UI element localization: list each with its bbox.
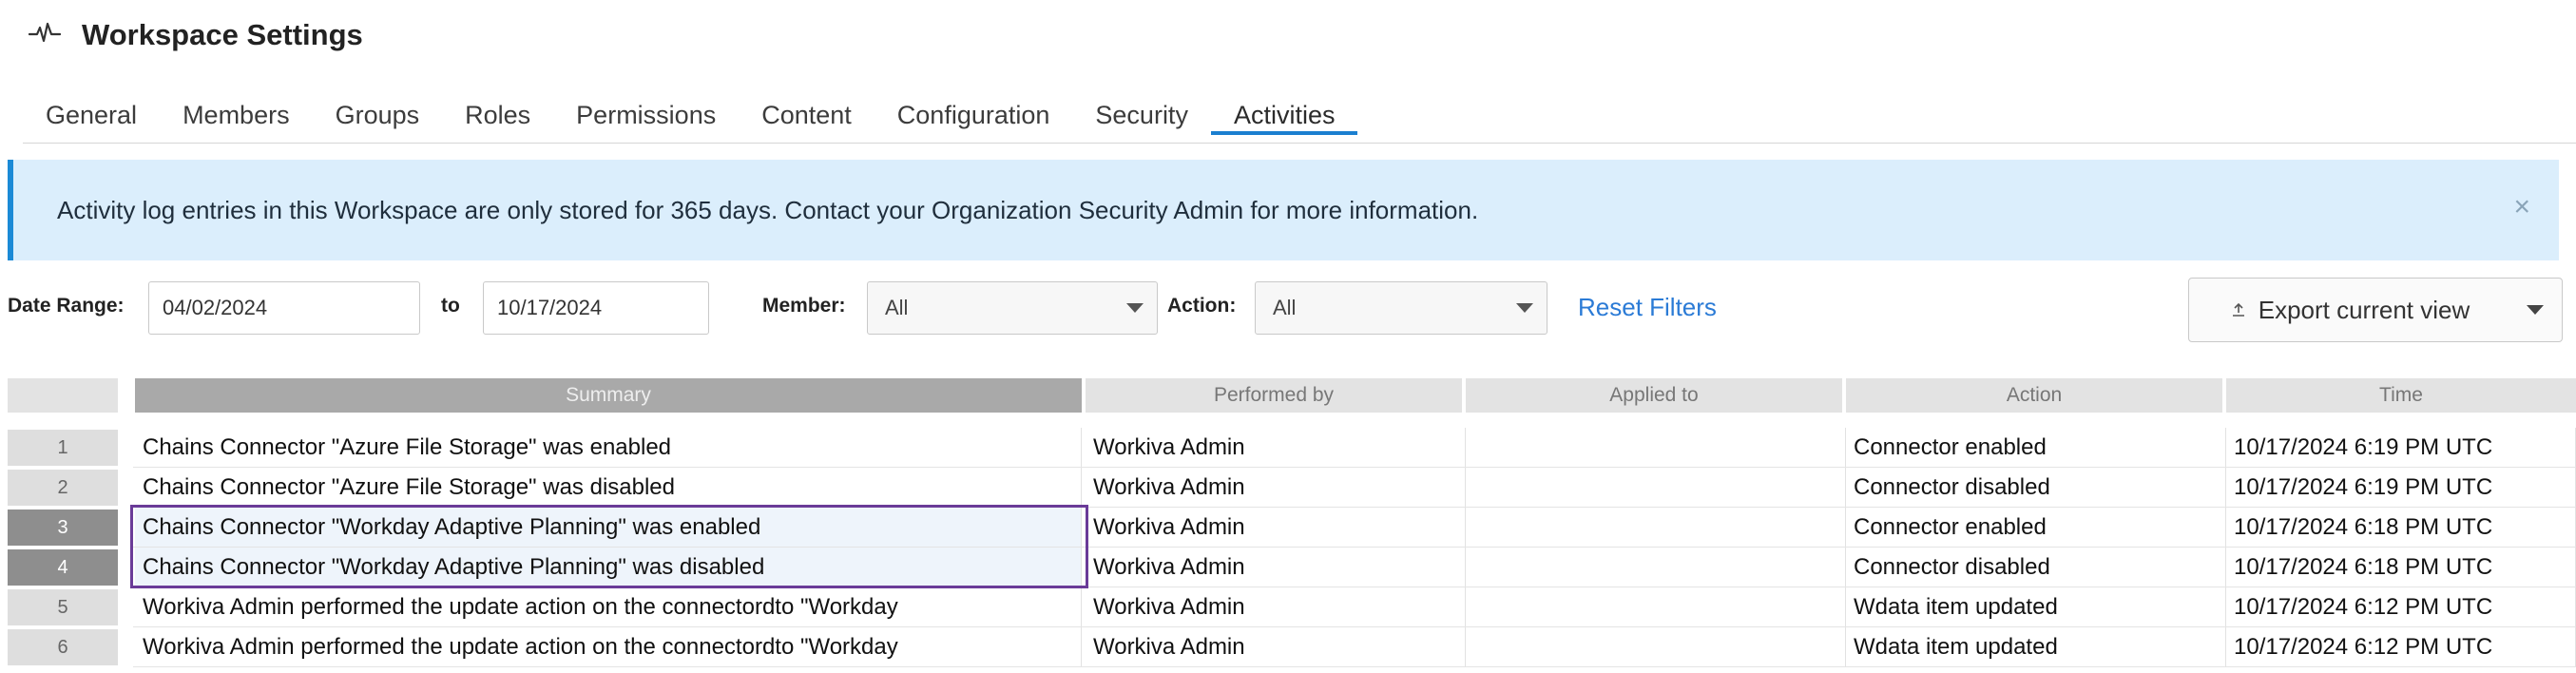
chevron-down-icon [1516, 303, 1533, 313]
action-cell: Connector disabled [1846, 548, 2226, 587]
tab-roles[interactable]: Roles [442, 93, 553, 135]
applied-to-cell [1466, 548, 1846, 587]
row-number[interactable]: 2 [8, 470, 118, 506]
export-current-view-button[interactable]: Export current view [2188, 278, 2511, 342]
performed-by-cell: Workiva Admin [1086, 627, 1466, 667]
page-header: Workspace Settings [28, 11, 363, 59]
settings-tabs: General Members Groups Roles Permissions… [23, 93, 2576, 144]
time-cell: 10/17/2024 6:12 PM UTC [2226, 587, 2576, 627]
summary-cell: Workiva Admin performed the update actio… [135, 587, 1082, 627]
row-number[interactable]: 1 [8, 430, 118, 466]
tab-content[interactable]: Content [739, 93, 875, 135]
summary-cell: Chains Connector "Workday Adaptive Plann… [135, 548, 1082, 587]
column-header-summary[interactable]: Summary [135, 378, 1082, 413]
applied-to-cell [1466, 587, 1846, 627]
performed-by-cell: Workiva Admin [1086, 428, 1466, 468]
performed-by-cell: Workiva Admin [1086, 587, 1466, 627]
action-cell: Connector enabled [1846, 508, 2226, 548]
applied-to-cell [1466, 428, 1846, 468]
row-number-header [8, 378, 118, 413]
time-cell: 10/17/2024 6:12 PM UTC [2226, 627, 2576, 667]
tab-security[interactable]: Security [1072, 93, 1211, 135]
export-icon [2230, 296, 2247, 325]
summary-cell: Chains Connector "Workday Adaptive Plann… [135, 508, 1082, 548]
export-label: Export current view [2258, 295, 2470, 324]
close-icon[interactable]: × [2513, 193, 2530, 221]
banner-message: Activity log entries in this Workspace a… [57, 195, 1479, 224]
date-to-input[interactable] [483, 281, 709, 335]
applied-to-cell [1466, 627, 1846, 667]
row-number[interactable]: 5 [8, 589, 118, 625]
action-select[interactable]: All [1255, 281, 1548, 335]
performed-by-cell: Workiva Admin [1086, 548, 1466, 587]
tab-permissions[interactable]: Permissions [553, 93, 739, 135]
time-cell: 10/17/2024 6:18 PM UTC [2226, 508, 2576, 548]
tab-members[interactable]: Members [160, 93, 313, 135]
activity-table: Summary Performed by Applied to Action T… [0, 375, 2576, 673]
column-header-performed-by[interactable]: Performed by [1086, 378, 1462, 413]
time-cell: 10/17/2024 6:18 PM UTC [2226, 548, 2576, 587]
page-title: Workspace Settings [82, 18, 363, 51]
applied-to-cell [1466, 508, 1846, 548]
action-cell: Connector disabled [1846, 468, 2226, 508]
row-divider [133, 666, 2576, 667]
action-select-value: All [1273, 296, 1297, 319]
summary-cell: Chains Connector "Azure File Storage" wa… [135, 428, 1082, 468]
info-banner: Activity log entries in this Workspace a… [8, 160, 2559, 260]
member-label: Member: [762, 295, 846, 317]
date-to-label: to [441, 295, 460, 317]
time-cell: 10/17/2024 6:19 PM UTC [2226, 428, 2576, 468]
table-row-selected[interactable]: 3 Chains Connector "Workday Adaptive Pla… [0, 508, 2576, 548]
table-row-selected[interactable]: 4 Chains Connector "Workday Adaptive Pla… [0, 548, 2576, 587]
column-header-applied-to[interactable]: Applied to [1466, 378, 1842, 413]
tab-groups[interactable]: Groups [313, 93, 443, 135]
performed-by-cell: Workiva Admin [1086, 508, 1466, 548]
reset-filters-link[interactable]: Reset Filters [1578, 293, 1717, 322]
tab-general[interactable]: General [23, 93, 160, 135]
table-row[interactable]: 1 Chains Connector "Azure File Storage" … [0, 428, 2576, 468]
table-row[interactable]: 2 Chains Connector "Azure File Storage" … [0, 468, 2576, 508]
column-header-time[interactable]: Time [2226, 378, 2576, 413]
action-cell: Connector enabled [1846, 428, 2226, 468]
tab-configuration[interactable]: Configuration [875, 93, 1073, 135]
action-cell: Wdata item updated [1846, 627, 2226, 667]
activity-pulse-icon [28, 20, 62, 51]
member-select-value: All [885, 296, 909, 319]
chevron-down-icon [2527, 305, 2544, 315]
table-row[interactable]: 5 Workiva Admin performed the update act… [0, 587, 2576, 627]
date-range-label: Date Range: [8, 295, 125, 317]
chevron-down-icon [1126, 303, 1144, 313]
tab-activities[interactable]: Activities [1210, 93, 1358, 135]
summary-cell: Workiva Admin performed the update actio… [135, 627, 1082, 667]
action-label: Action: [1167, 295, 1237, 317]
time-cell: 10/17/2024 6:19 PM UTC [2226, 468, 2576, 508]
row-number[interactable]: 3 [8, 510, 118, 546]
date-from-input[interactable] [148, 281, 420, 335]
export-options-dropdown[interactable] [2509, 278, 2563, 342]
action-cell: Wdata item updated [1846, 587, 2226, 627]
column-header-action[interactable]: Action [1846, 378, 2222, 413]
applied-to-cell [1466, 468, 1846, 508]
member-select[interactable]: All [867, 281, 1158, 335]
performed-by-cell: Workiva Admin [1086, 468, 1466, 508]
table-row[interactable]: 6 Workiva Admin performed the update act… [0, 627, 2576, 667]
filter-bar: Date Range: to Member: All Action: All R… [0, 278, 2576, 346]
row-number[interactable]: 4 [8, 549, 118, 586]
summary-cell: Chains Connector "Azure File Storage" wa… [135, 468, 1082, 508]
row-number[interactable]: 6 [8, 629, 118, 665]
